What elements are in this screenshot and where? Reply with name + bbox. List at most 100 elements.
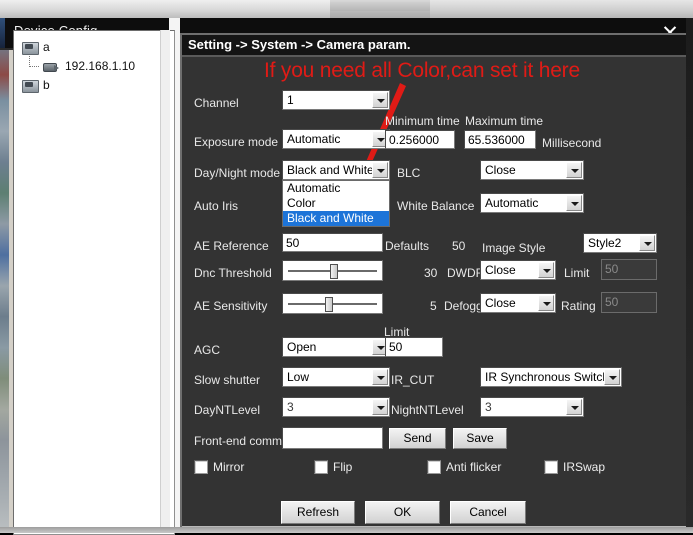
- chevron-down-icon[interactable]: [538, 262, 554, 278]
- cancel-button[interactable]: Cancel: [450, 501, 526, 524]
- list-item[interactable]: b: [22, 78, 50, 93]
- image-style-select[interactable]: Style2: [583, 233, 657, 253]
- window-right-edge: [686, 18, 693, 527]
- tree-node-label: b: [43, 78, 50, 92]
- slow-shutter-select[interactable]: Low: [282, 367, 390, 387]
- slider-thumb[interactable]: [329, 264, 338, 279]
- chevron-down-icon[interactable]: [566, 162, 582, 178]
- front-end-comm-input[interactable]: [282, 427, 383, 449]
- dwdr-label: DWDR: [447, 266, 485, 280]
- chevron-down-icon[interactable]: [372, 162, 388, 178]
- night-nt-level-label: NightNTLevel: [391, 403, 464, 417]
- maximum-time-input[interactable]: 65.536000: [464, 130, 536, 149]
- ae-reference-input[interactable]: 50: [282, 233, 383, 252]
- day-nt-level-select[interactable]: 3: [282, 397, 390, 417]
- ae-reference-label: AE Reference: [194, 239, 269, 253]
- camera-icon: [42, 60, 60, 73]
- folder-icon: [22, 78, 39, 93]
- defogging-value: Close: [485, 296, 516, 310]
- exposure-mode-value: Automatic: [287, 132, 341, 146]
- device-tree-panel[interactable]: a 192.168.1.10 b: [13, 30, 175, 535]
- white-balance-select[interactable]: Automatic: [480, 193, 584, 213]
- day-nt-level-label: DayNTLevel: [194, 403, 261, 417]
- list-item[interactable]: a: [22, 40, 50, 55]
- ok-button[interactable]: OK: [365, 501, 440, 524]
- chevron-down-icon[interactable]: [566, 399, 582, 415]
- chevron-down-icon[interactable]: [538, 295, 554, 311]
- tree-node-label: a: [43, 40, 50, 54]
- maximum-time-label: Maximum time: [465, 114, 544, 128]
- checkbox-box[interactable]: [427, 460, 441, 474]
- dropdown-option-automatic[interactable]: Automatic: [283, 181, 389, 196]
- dropdown-option-color[interactable]: Color: [283, 196, 389, 211]
- irswap-label: IRSwap: [563, 460, 606, 474]
- defogging-select[interactable]: Close: [480, 293, 556, 313]
- channel-label: Channel: [194, 96, 239, 110]
- agc-limit-input[interactable]: 50: [385, 337, 443, 357]
- chevron-down-icon[interactable]: [639, 235, 655, 251]
- day-night-mode-select[interactable]: Black and White: [282, 160, 390, 180]
- auto-iris-label: Auto Iris: [194, 199, 239, 213]
- blc-select[interactable]: Close: [480, 160, 584, 180]
- irswap-checkbox[interactable]: IRSwap: [544, 460, 605, 474]
- defaults-label: Defaults: [385, 239, 430, 253]
- titlebar-right: [430, 0, 693, 18]
- defaults-value: 50: [452, 239, 466, 253]
- background-app-strip: [0, 18, 9, 533]
- anti-flicker-label: Anti flicker: [446, 460, 502, 474]
- ae-sensitivity-slider[interactable]: [282, 293, 383, 314]
- tree-scrollbar[interactable]: [160, 30, 170, 533]
- slider-thumb[interactable]: [325, 297, 334, 312]
- night-nt-level-value: 3: [485, 400, 492, 414]
- day-night-mode-label: Day/Night mode: [194, 166, 281, 180]
- mirror-label: Mirror: [213, 460, 245, 474]
- save-button[interactable]: Save: [453, 428, 507, 449]
- checkbox-box[interactable]: [544, 460, 558, 474]
- dnc-threshold-label: Dnc Threshold: [194, 266, 272, 280]
- tree-connector-horizontal: [29, 66, 39, 68]
- checkbox-box[interactable]: [314, 460, 328, 474]
- day-night-mode-dropdown-list[interactable]: Automatic Color Black and White: [282, 180, 390, 227]
- dwdr-limit-input: 50: [601, 259, 657, 280]
- panel-header: Setting -> System -> Camera param.: [182, 35, 688, 55]
- annotation-text: If you need all Color,can set it here: [264, 59, 580, 82]
- titlebar-left: [0, 0, 330, 18]
- titlebar-middle: [330, 2, 430, 11]
- send-button[interactable]: Send: [389, 428, 446, 449]
- tree-node-label: 192.168.1.10: [65, 59, 136, 73]
- breadcrumb: Setting -> System -> Camera param.: [188, 37, 411, 52]
- mirror-checkbox[interactable]: Mirror: [194, 460, 244, 474]
- list-item[interactable]: 192.168.1.10: [42, 59, 135, 73]
- panel-header-separator: [182, 55, 688, 57]
- agc-select[interactable]: Open: [282, 337, 390, 357]
- refresh-button[interactable]: Refresh: [281, 501, 355, 524]
- chevron-down-icon[interactable]: [604, 369, 620, 385]
- dwdr-select[interactable]: Close: [480, 260, 556, 280]
- dnc-threshold-slider[interactable]: [282, 260, 383, 281]
- blc-value: Close: [485, 163, 516, 177]
- dwdr-limit-label: Limit: [564, 266, 590, 280]
- dropdown-option-black-and-white[interactable]: Black and White: [283, 211, 389, 226]
- day-night-mode-value: Black and White: [287, 163, 374, 177]
- flip-checkbox[interactable]: Flip: [314, 460, 352, 474]
- white-balance-label: White Balance: [397, 199, 475, 213]
- ir-cut-select[interactable]: IR Synchronous Switch: [480, 367, 622, 387]
- image-style-value: Style2: [588, 236, 622, 250]
- chevron-down-icon[interactable]: [566, 195, 582, 211]
- minimum-time-label: Minimum time: [385, 114, 460, 128]
- anti-flicker-checkbox[interactable]: Anti flicker: [427, 460, 501, 474]
- chevron-down-icon[interactable]: [372, 399, 388, 415]
- agc-label: AGC: [194, 343, 221, 357]
- white-balance-value: Automatic: [485, 196, 539, 210]
- rating-label: Rating: [561, 299, 596, 313]
- rating-input: 50: [601, 292, 657, 313]
- channel-select[interactable]: 1: [282, 90, 390, 110]
- chevron-down-icon[interactable]: [372, 369, 388, 385]
- exposure-mode-label: Exposure mode: [194, 135, 279, 149]
- night-nt-level-select[interactable]: 3: [480, 397, 584, 417]
- minimum-time-input[interactable]: 0.256000: [385, 130, 455, 149]
- exposure-mode-select[interactable]: Automatic: [282, 129, 390, 149]
- checkbox-box[interactable]: [194, 460, 208, 474]
- chevron-down-icon[interactable]: [372, 92, 388, 108]
- ae-sensitivity-value: 5: [430, 299, 437, 313]
